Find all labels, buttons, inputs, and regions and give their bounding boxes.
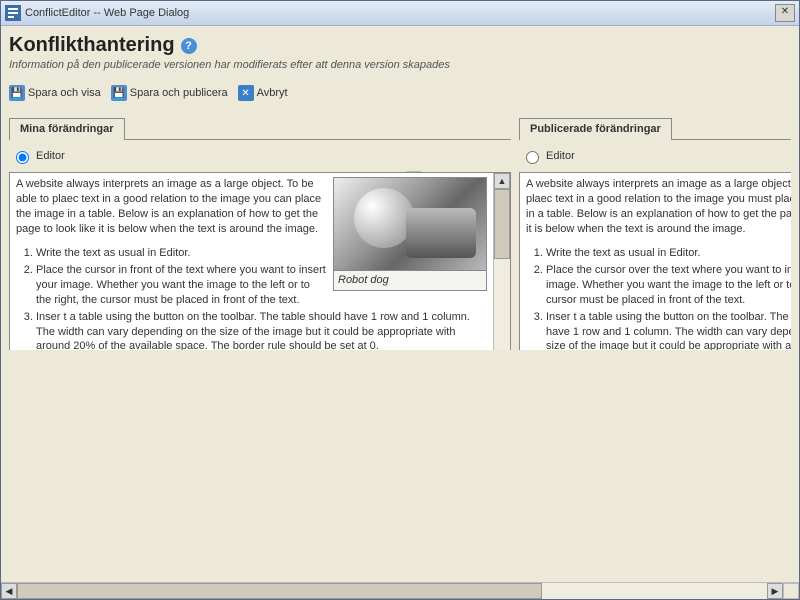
save-publish-link[interactable]: 💾Spara och publicera xyxy=(111,85,228,101)
tab-published-changes[interactable]: Publicerade förändringar xyxy=(519,118,672,140)
figure-wrap: Robot dog xyxy=(333,177,487,291)
figure-caption: Robot dog xyxy=(333,271,487,291)
disk-icon: 💾 xyxy=(9,85,25,101)
scroll-right-icon[interactable]: ▶ xyxy=(767,583,783,599)
scroll-up-icon[interactable]: ▲ xyxy=(494,173,510,189)
editor-radio-label-right: Editor xyxy=(546,150,575,162)
app-icon xyxy=(5,5,21,21)
cancel-icon: ✕ xyxy=(238,85,254,101)
list-item: Place the cursor over the text where you… xyxy=(546,263,791,308)
figure xyxy=(333,177,487,271)
editor-radio-right[interactable] xyxy=(526,151,539,164)
editor-body-right: A website always interprets an image as … xyxy=(519,172,791,350)
close-button[interactable]: ✕ xyxy=(775,4,795,22)
steps-list-right: Write the text as usual in Editor. Place… xyxy=(546,246,791,349)
scroll-left-icon[interactable]: ◀ xyxy=(1,583,17,599)
action-bar: 💾Spara och visa 💾Spara och publicera ✕Av… xyxy=(9,85,791,101)
help-icon[interactable]: ? xyxy=(181,38,197,54)
list-item: Inser t a table using the button on the … xyxy=(546,310,791,350)
cancel-label: Avbryt xyxy=(257,87,288,99)
vscrollbar-left[interactable]: ▲ ▼ xyxy=(493,173,510,350)
editor-radio-row-left: Editor xyxy=(11,148,511,164)
info-text: Information på den publicerade versionen… xyxy=(9,59,791,71)
editor-content-left[interactable]: Robot dog A website always interprets an… xyxy=(10,173,493,350)
dialog-window: ConflictEditor -- Web Page Dialog ✕ Konf… xyxy=(0,0,800,600)
intro-text-right: A website always interprets an image as … xyxy=(526,177,791,236)
scroll-corner xyxy=(783,583,799,599)
page-title-row: Konflikthantering ? xyxy=(9,34,791,57)
editor-radio-label-left: Editor xyxy=(36,150,65,162)
editor-content-right[interactable]: A website always interprets an image as … xyxy=(520,173,791,350)
editor-radio-left[interactable] xyxy=(16,151,29,164)
scroll-thumb[interactable] xyxy=(494,189,510,259)
editor-radio-row-right: Editor xyxy=(521,148,791,164)
save-publish-label: Spara och publicera xyxy=(130,87,228,99)
tab-row-right: Publicerade förändringar xyxy=(519,117,791,140)
hscrollbar[interactable]: ◀ ▶ xyxy=(1,582,799,599)
hscroll-thumb[interactable] xyxy=(17,583,542,599)
list-item: Write the text as usual in Editor. xyxy=(546,246,791,261)
save-show-label: Spara och visa xyxy=(28,87,101,99)
editor-body-left: Robot dog A website always interprets an… xyxy=(9,172,511,350)
list-item: Inser t a table using the button on the … xyxy=(36,310,487,350)
panes: Mina förändringar Editor B I U 123 xyxy=(9,117,791,350)
pane-published-changes: Publicerade förändringar Editor B I U xyxy=(519,117,791,350)
tab-my-changes[interactable]: Mina förändringar xyxy=(9,118,125,140)
disk-globe-icon: 💾 xyxy=(111,85,127,101)
cancel-link[interactable]: ✕Avbryt xyxy=(238,85,288,101)
tab-row-left: Mina förändringar xyxy=(9,117,511,140)
robot-image xyxy=(334,178,486,270)
hscroll-track[interactable] xyxy=(17,583,767,599)
pane-my-changes: Mina förändringar Editor B I U 123 xyxy=(9,117,511,350)
scroll-track[interactable] xyxy=(494,189,510,350)
content-area: Konflikthantering ? Information på den p… xyxy=(1,26,799,582)
titlebar: ConflictEditor -- Web Page Dialog ✕ xyxy=(1,1,799,26)
page-title: Konflikthantering xyxy=(9,34,175,57)
window-title: ConflictEditor -- Web Page Dialog xyxy=(25,7,189,19)
save-show-link[interactable]: 💾Spara och visa xyxy=(9,85,101,101)
